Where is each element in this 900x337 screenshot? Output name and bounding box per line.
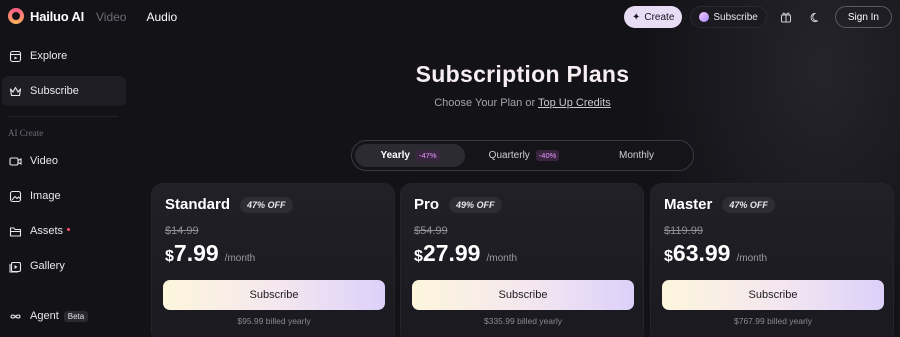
- header-subscribe-button[interactable]: Subscribe: [690, 6, 767, 28]
- sidebar-section-label: AI Create: [8, 128, 44, 138]
- price: $7.99: [165, 240, 219, 267]
- discount-badge: 49% OFF: [449, 196, 502, 213]
- create-button[interactable]: ✦ Create: [623, 6, 683, 28]
- page-title: Subscription Plans: [415, 61, 630, 87]
- billing-period-toggle: Yearly -47% Quarterly -40% Monthly: [351, 140, 694, 171]
- sidebar-item-label: Gallery: [30, 260, 65, 272]
- billed-note: $335.99 billed yearly: [484, 316, 562, 326]
- currency-symbol: $: [414, 248, 423, 265]
- infinity-icon: [9, 310, 22, 323]
- sign-in-button[interactable]: Sign In: [834, 6, 892, 28]
- tab-label: Monthly: [618, 150, 654, 161]
- nav-audio[interactable]: Audio: [146, 10, 177, 24]
- discount-badge: -40%: [535, 150, 560, 161]
- price-row: $7.99 /month: [165, 240, 255, 267]
- sidebar-item-label: Image: [30, 190, 61, 202]
- subtitle-text: Choose Your Plan or: [434, 97, 536, 109]
- plan-header: Standard 47% OFF: [165, 196, 293, 213]
- page-subtitle: Choose Your Plan or Top Up Credits: [300, 97, 745, 109]
- original-price: $14.99: [165, 225, 199, 237]
- subscribe-button-master[interactable]: Subscribe: [662, 280, 884, 310]
- price-period: /month: [486, 253, 518, 264]
- create-button-label: Create: [644, 11, 675, 23]
- image-icon: [9, 190, 22, 203]
- sidebar-divider: [8, 116, 118, 117]
- sidebar-item-label: Video: [30, 155, 58, 167]
- tab-label: Yearly: [380, 150, 410, 161]
- sidebar-item-label: Assets: [30, 225, 64, 237]
- beta-badge: Beta: [63, 310, 89, 322]
- plan-name: Standard: [165, 196, 231, 213]
- top-actions: ✦ Create Subscribe Sign In: [623, 6, 892, 28]
- price-period: /month: [224, 253, 256, 264]
- plan-name: Master: [664, 196, 713, 213]
- subscribe-button-pro[interactable]: Subscribe: [412, 280, 634, 310]
- billed-note: $95.99 billed yearly: [237, 316, 311, 326]
- plan-card-standard: Standard 47% OFF $14.99 $7.99 /month Sub…: [151, 183, 395, 337]
- sidebar-item-video[interactable]: Video: [2, 146, 126, 176]
- sidebar-item-image[interactable]: Image: [2, 181, 126, 211]
- price-amount: 63.99: [672, 240, 731, 266]
- tab-yearly[interactable]: Yearly -47%: [355, 144, 465, 167]
- gem-icon: [699, 12, 710, 22]
- sidebar-item-label: Subscribe: [30, 85, 79, 97]
- sidebar-item-subscribe[interactable]: Subscribe: [2, 76, 126, 106]
- sidebar-item-label: Agent: [30, 310, 59, 322]
- notification-dot: [67, 227, 71, 231]
- discount-badge: -47%: [415, 150, 440, 161]
- nav-video[interactable]: Video: [96, 10, 126, 24]
- video-icon: [9, 155, 22, 168]
- sidebar-item-explore[interactable]: Explore: [2, 41, 126, 71]
- crown-icon: [9, 85, 22, 98]
- gallery-icon: [9, 260, 22, 273]
- price-period: /month: [736, 253, 768, 264]
- original-price: $54.99: [414, 225, 448, 237]
- price-row: $27.99 /month: [414, 240, 517, 267]
- top-up-credits-link[interactable]: Top Up Credits: [538, 97, 611, 109]
- plan-card-master: Master 47% OFF $119.99 $63.99 /month Sub…: [650, 183, 894, 337]
- subscribe-button-standard[interactable]: Subscribe: [163, 280, 385, 310]
- hailuo-logo-icon: [8, 8, 24, 24]
- sidebar-item-assets[interactable]: Assets: [2, 216, 126, 246]
- header-subscribe-label: Subscribe: [713, 11, 758, 23]
- moon-icon: [811, 12, 819, 22]
- price-amount: 7.99: [173, 240, 219, 266]
- discount-badge: 47% OFF: [240, 196, 293, 213]
- tab-label: Quarterly: [488, 150, 530, 161]
- price: $63.99: [664, 240, 730, 267]
- tab-monthly[interactable]: Monthly: [583, 144, 690, 167]
- price-row: $63.99 /month: [664, 240, 767, 267]
- price: $27.99: [414, 240, 480, 267]
- folder-icon: [9, 225, 22, 238]
- gift-icon: [780, 12, 791, 23]
- plan-name: Pro: [414, 196, 440, 213]
- plan-header: Master 47% OFF: [664, 196, 775, 213]
- sparkle-icon: ✦: [631, 11, 641, 23]
- top-nav: Video Audio: [96, 10, 177, 24]
- plan-header: Pro 49% OFF: [414, 196, 502, 213]
- billed-note: $767.99 billed yearly: [734, 316, 812, 326]
- sidebar-item-agent[interactable]: Agent Beta: [2, 301, 126, 331]
- price-amount: 27.99: [422, 240, 481, 266]
- plan-card-pro: Pro 49% OFF $54.99 $27.99 /month Subscri…: [400, 183, 644, 337]
- sidebar-item-label: Explore: [30, 50, 68, 62]
- original-price: $119.99: [664, 225, 703, 237]
- sidebar-item-gallery[interactable]: Gallery: [2, 251, 126, 281]
- currency-symbol: $: [664, 248, 673, 265]
- gift-button[interactable]: [775, 6, 797, 28]
- logo-text: Hailuo AI: [30, 8, 85, 24]
- tab-quarterly[interactable]: Quarterly -40%: [465, 144, 583, 167]
- theme-toggle-button[interactable]: [805, 6, 827, 28]
- top-bar: Hailuo AI Video Audio ✦ Create Subscribe…: [0, 0, 900, 34]
- discount-badge: 47% OFF: [722, 196, 775, 213]
- logo[interactable]: Hailuo AI: [8, 8, 84, 24]
- currency-symbol: $: [165, 248, 174, 265]
- explore-icon: [9, 50, 22, 63]
